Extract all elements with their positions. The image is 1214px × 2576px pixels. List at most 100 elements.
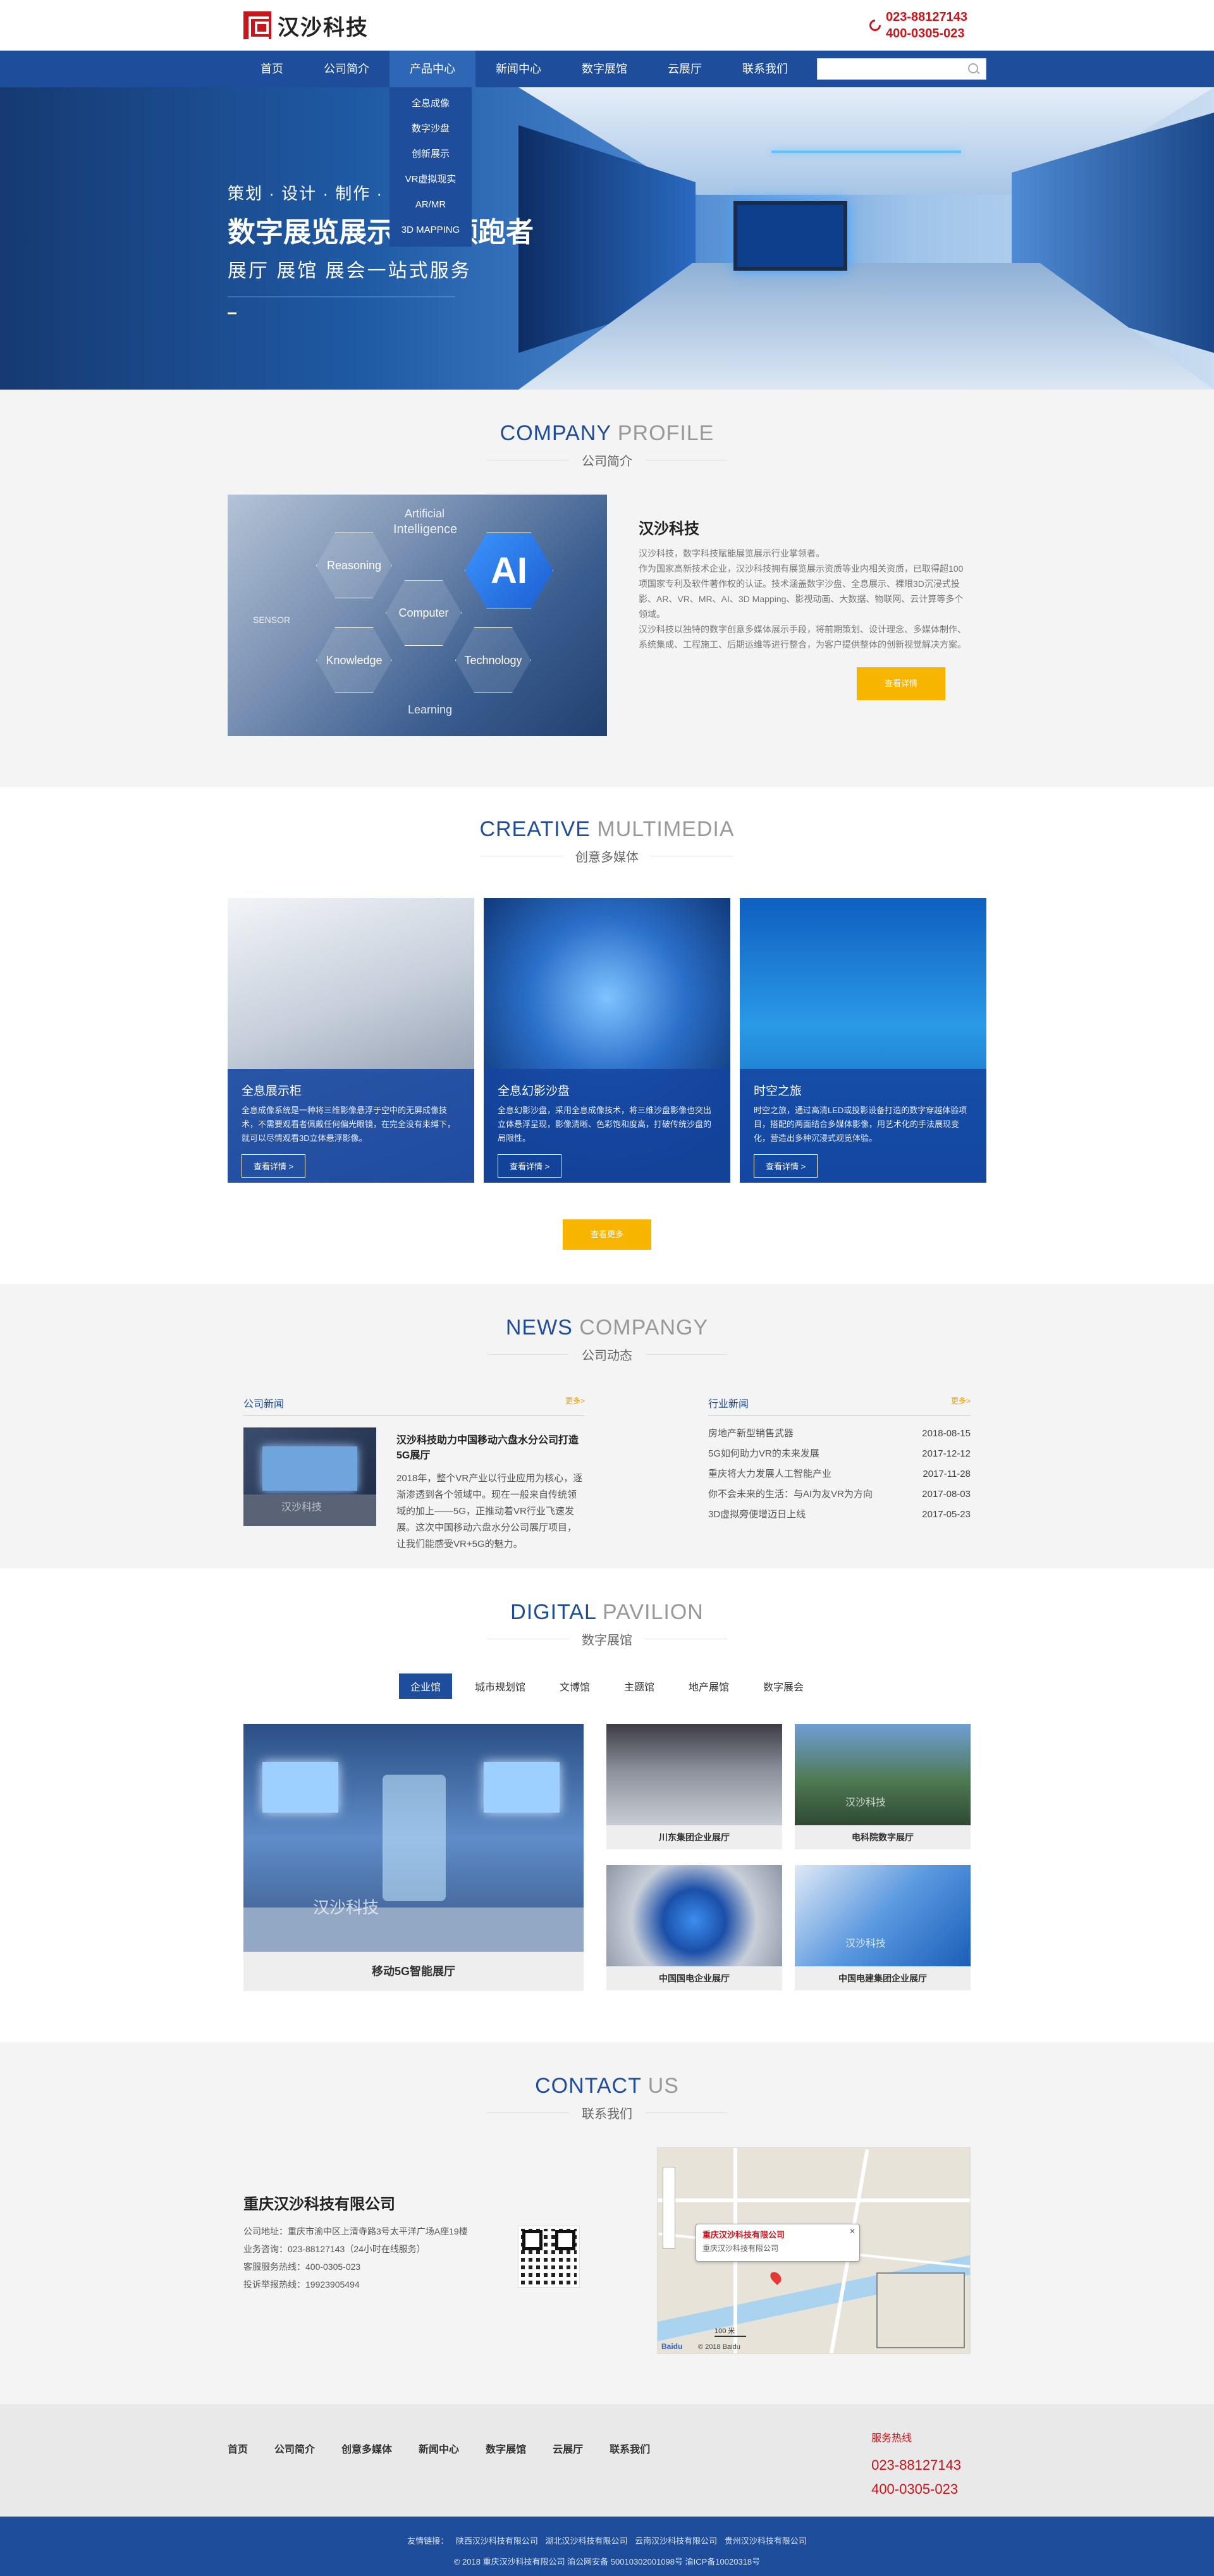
friend-link[interactable]: 云南汉沙科技有限公司 bbox=[635, 2536, 717, 2546]
industry-news-more-link[interactable]: 更多> bbox=[951, 1395, 971, 1410]
nav-item-pavilion[interactable]: 数字展馆 bbox=[561, 51, 647, 87]
nav-item-about[interactable]: 公司简介 bbox=[304, 51, 389, 87]
dropdown-item-digital-sandtable[interactable]: 数字沙盘 bbox=[389, 116, 472, 142]
footer-hotline-2: 400-0305-023 bbox=[871, 2481, 959, 2497]
banner-indicator[interactable] bbox=[228, 312, 236, 314]
contact-company-name: 重庆汉沙科技有限公司 bbox=[243, 2196, 395, 2213]
pavilion-image[interactable] bbox=[606, 1865, 782, 1966]
creative-multimedia-section: CREATIVE MULTIMEDIA 创意多媒体 全息展示柜 全息成像系统是一… bbox=[0, 787, 1214, 1284]
multimedia-card-time-travel[interactable]: 时空之旅 时空之旅，通过高清LED或投影设备打造的数字穿越体验项目，搭配的两面结… bbox=[740, 898, 986, 1183]
card-title: 全息展示柜 bbox=[242, 1085, 302, 1098]
pavilion-featured-caption[interactable]: 移动5G智能展厅 bbox=[243, 1952, 584, 1991]
news-item-title: 5G如何助力VR的未来发展 bbox=[708, 1448, 819, 1459]
pavilion-card[interactable]: 汉沙科技 中国电建集团企业展厅 bbox=[795, 1865, 971, 1991]
news-list-item[interactable]: 3D虚拟旁便增迈日上线 2017-05-23 bbox=[708, 1505, 971, 1525]
label-reasoning: Reasoning bbox=[326, 558, 382, 572]
card-desc: 全息成像系统是一种将三维影像悬浮于空中的无屏成像技术，不需要观看者佩戴任何偏光眼… bbox=[242, 1106, 456, 1143]
location-map[interactable]: 重庆汉沙科技有限公司 重庆汉沙科技有限公司 ✕ 100 米 Baidu © 20… bbox=[657, 2147, 971, 2354]
hotline-number-2: 400-0305-023 bbox=[885, 27, 965, 40]
news-list-item[interactable]: 房地产新型销售武器 2018-08-15 bbox=[708, 1424, 971, 1444]
tab-urban-planning[interactable]: 城市规划馆 bbox=[463, 1673, 537, 1699]
nav-item-news[interactable]: 新闻中心 bbox=[475, 51, 561, 87]
profile-title-main: COMPANY bbox=[500, 421, 611, 445]
pavilion-card[interactable]: 中国国电企业展厅 bbox=[606, 1865, 782, 1991]
tab-enterprise[interactable]: 企业馆 bbox=[398, 1673, 452, 1699]
footer-link-cloud-hall[interactable]: 云展厅 bbox=[553, 2441, 583, 2456]
hex-computer: Computer bbox=[386, 580, 462, 646]
close-icon[interactable]: ✕ bbox=[849, 2227, 855, 2236]
card-title: 时空之旅 bbox=[754, 1085, 802, 1098]
pavilion-title-cn: 数字展馆 bbox=[487, 1630, 727, 1648]
pavilion-featured-image[interactable]: 汉沙科技 bbox=[243, 1724, 584, 1952]
logo[interactable]: 汉沙科技 bbox=[243, 10, 369, 41]
featured-news-title[interactable]: 汉沙科技助力中国移动六盘水分公司打造5G展厅 bbox=[396, 1431, 585, 1462]
card-title: 全息幻影沙盘 bbox=[498, 1085, 570, 1098]
search-icon[interactable] bbox=[966, 61, 982, 77]
friend-link[interactable]: 贵州汉沙科技有限公司 bbox=[725, 2536, 807, 2546]
nav-item-products[interactable]: 产品中心 全息成像 数字沙盘 创新展示 VR虚拟现实 AR/MR 3D MAPP… bbox=[389, 51, 475, 247]
footer-link-about[interactable]: 公司简介 bbox=[274, 2441, 315, 2456]
news-item-title: 你不会未来的生活：与AI为友VR为方向 bbox=[708, 1489, 873, 1500]
featured-news-thumbnail[interactable]: 汉沙科技 bbox=[243, 1427, 376, 1526]
pavilion-image[interactable]: 汉沙科技 bbox=[795, 1865, 971, 1966]
pavilion-caption[interactable]: 川东集团企业展厅 bbox=[606, 1825, 782, 1849]
pavilion-card[interactable]: 汉沙科技 电科院数字展厅 bbox=[795, 1724, 971, 1850]
contact-title-main: CONTACT bbox=[535, 2074, 642, 2098]
tab-real-estate[interactable]: 地产展馆 bbox=[677, 1673, 740, 1699]
pavilion-image[interactable]: 汉沙科技 bbox=[795, 1724, 971, 1825]
tab-digital-expo[interactable]: 数字展会 bbox=[752, 1673, 815, 1699]
friend-link[interactable]: 陕西汉沙科技有限公司 bbox=[456, 2536, 538, 2546]
multimedia-card-sandtable[interactable]: 全息幻影沙盘 全息幻影沙盘，采用全息成像技术，将三维沙盘影像也突出立体悬浮呈现，… bbox=[484, 898, 730, 1183]
pavilion-image[interactable] bbox=[606, 1724, 782, 1825]
pavilion-card[interactable]: 川东集团企业展厅 bbox=[606, 1724, 782, 1850]
pavilion-caption[interactable]: 中国国电企业展厅 bbox=[606, 1966, 782, 1990]
tab-theme[interactable]: 主题馆 bbox=[613, 1673, 666, 1699]
news-list-item[interactable]: 5G如何助力VR的未来发展 2017-12-12 bbox=[708, 1444, 971, 1464]
search-box bbox=[817, 58, 986, 80]
dropdown-item-hologram[interactable]: 全息成像 bbox=[389, 91, 472, 116]
dropdown-item-innovative-display[interactable]: 创新展示 bbox=[389, 142, 472, 167]
label-sensor: SENSOR bbox=[253, 615, 291, 625]
profile-detail-button[interactable]: 查看详情 bbox=[857, 667, 945, 700]
contact-title: CONTACT US 联系我们 bbox=[228, 2074, 986, 2122]
image-watermark: 汉沙科技 bbox=[845, 1797, 886, 1808]
card-detail-button[interactable]: 查看详情 > bbox=[242, 1154, 306, 1178]
footer-link-news[interactable]: 新闻中心 bbox=[419, 2441, 459, 2456]
tab-museum[interactable]: 文博馆 bbox=[548, 1673, 601, 1699]
footer-hotline: 服务热线 023-88127143 400-0305-023 bbox=[871, 2429, 961, 2501]
featured-news[interactable]: 汉沙科技 汉沙科技助力中国移动六盘水分公司打造5G展厅 2018年，整个VR产业… bbox=[243, 1427, 585, 1553]
footer-link-pavilion[interactable]: 数字展馆 bbox=[486, 2441, 526, 2456]
footer-link-home[interactable]: 首页 bbox=[228, 2441, 248, 2456]
footer-link-contact[interactable]: 联系我们 bbox=[610, 2441, 650, 2456]
multimedia-card-hologram[interactable]: 全息展示柜 全息成像系统是一种将三维影像悬浮于空中的无屏成像技术，不需要观看者佩… bbox=[228, 898, 474, 1183]
label-ai: AI bbox=[491, 550, 527, 591]
contact-complaint-hotline: 投诉举报热线：19923905494 bbox=[243, 2279, 360, 2289]
pavilion-featured-card[interactable]: 汉沙科技 移动5G智能展厅 bbox=[243, 1724, 584, 1991]
news-list-item[interactable]: 重庆将大力发展人工智能产业 2017-11-28 bbox=[708, 1464, 971, 1484]
nav-item-contact[interactable]: 联系我们 bbox=[722, 51, 808, 87]
search-input[interactable] bbox=[818, 59, 966, 78]
multimedia-more-button[interactable]: 查看更多 bbox=[563, 1219, 651, 1250]
map-zoom-controls[interactable] bbox=[663, 2167, 675, 2249]
pavilion-caption[interactable]: 中国电建集团企业展厅 bbox=[795, 1966, 971, 1990]
company-news-more-link[interactable]: 更多> bbox=[565, 1395, 585, 1410]
dropdown-item-vr[interactable]: VR虚拟现实 bbox=[389, 167, 472, 192]
contact-title-rest: US bbox=[641, 2074, 679, 2098]
pavilion-caption[interactable]: 电科院数字展厅 bbox=[795, 1825, 971, 1849]
contact-address: 公司地址：重庆市渝中区上清寺路3号太平洋广场A座19楼 bbox=[243, 2226, 468, 2236]
footer-link-multimedia[interactable]: 创意多媒体 bbox=[341, 2441, 392, 2456]
nav-item-cloud-hall[interactable]: 云展厅 bbox=[647, 51, 722, 87]
hex-reasoning: Reasoning bbox=[316, 533, 392, 598]
card-detail-button[interactable]: 查看详情 > bbox=[754, 1154, 818, 1178]
friend-links: 友情链接： 陕西汉沙科技有限公司 湖北汉沙科技有限公司 云南汉沙科技有限公司 贵… bbox=[0, 2533, 1214, 2549]
card-detail-button[interactable]: 查看详情 > bbox=[498, 1154, 562, 1178]
dropdown-item-ar-mr[interactable]: AR/MR bbox=[389, 192, 472, 218]
friend-link[interactable]: 湖北汉沙科技有限公司 bbox=[545, 2536, 627, 2546]
map-overview[interactable] bbox=[876, 2272, 965, 2348]
map-pin-icon[interactable] bbox=[768, 2269, 784, 2286]
news-item-title: 3D虚拟旁便增迈日上线 bbox=[708, 1509, 806, 1520]
logo-mark-icon bbox=[243, 11, 271, 39]
news-list-item[interactable]: 你不会未来的生活：与AI为友VR为方向 2017-08-03 bbox=[708, 1484, 971, 1505]
dropdown-item-3d-mapping[interactable]: 3D MAPPING bbox=[389, 218, 472, 243]
nav-item-home[interactable]: 首页 bbox=[240, 51, 304, 87]
